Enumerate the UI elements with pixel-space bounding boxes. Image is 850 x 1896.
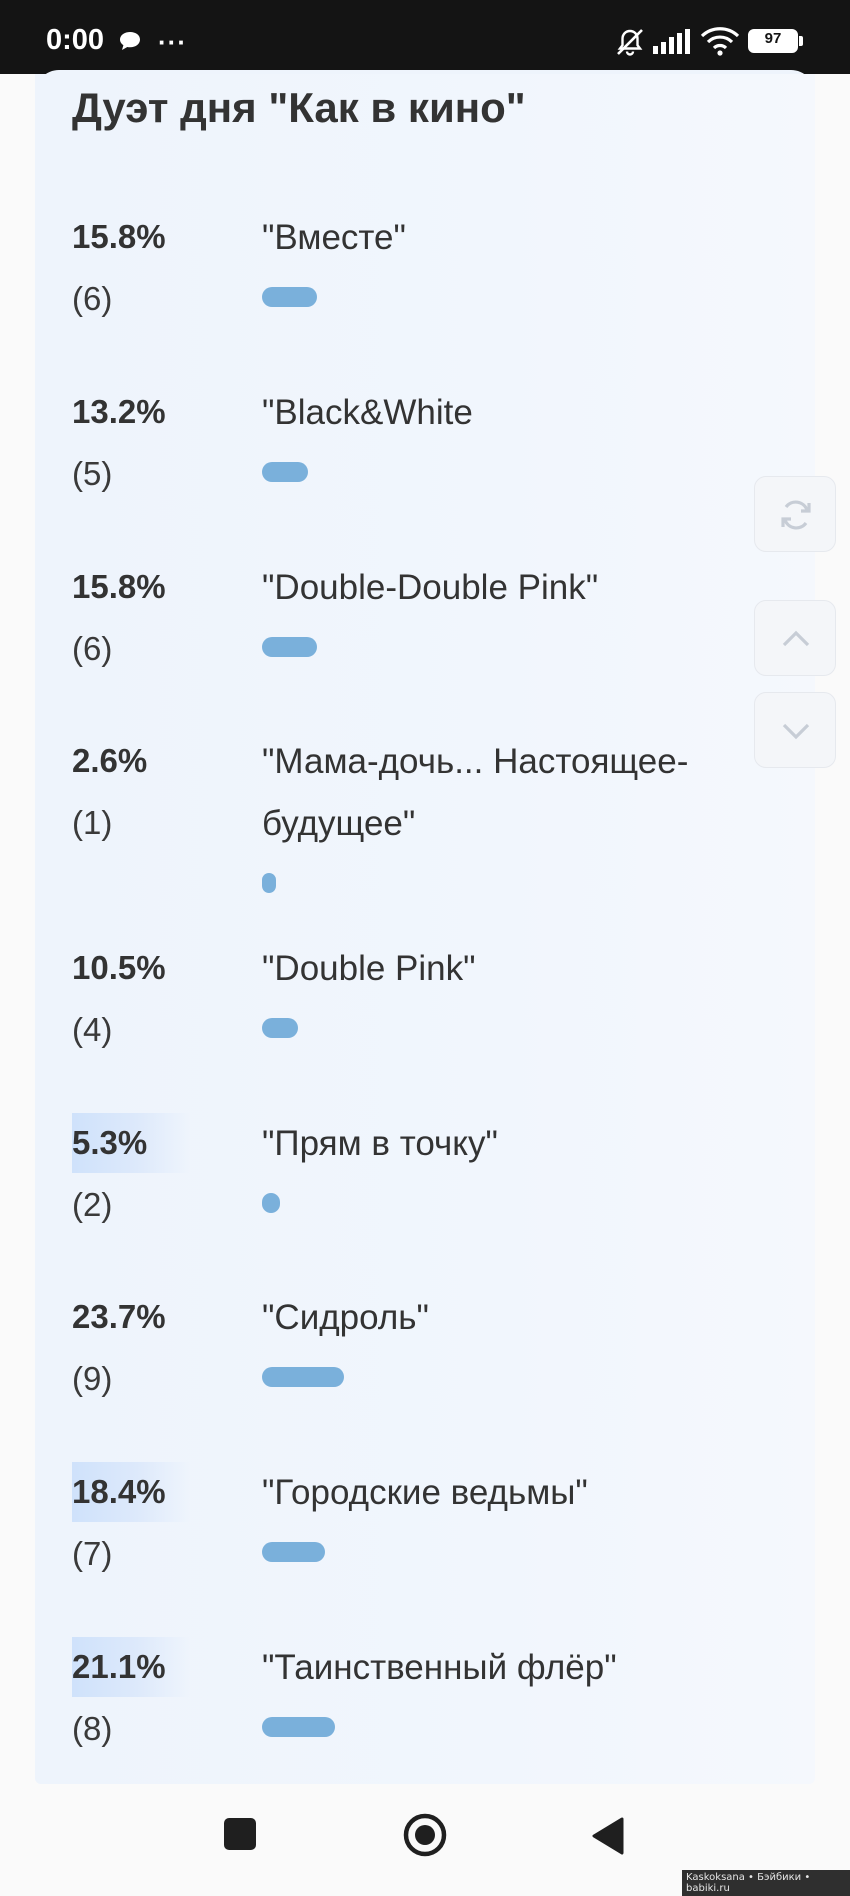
option-percent: 2.6% — [72, 742, 148, 779]
bell-muted-icon — [614, 26, 646, 63]
refresh-button[interactable] — [754, 476, 836, 552]
option-label: "Городские ведьмы" — [262, 1473, 588, 1512]
option-label: "Black&White — [262, 393, 473, 432]
option-label: "Double-Double Pink" — [262, 568, 599, 607]
option-percent: 15.8% — [72, 218, 166, 255]
option-percent: 15.8% — [72, 568, 166, 605]
signal-icon — [652, 28, 692, 61]
option-label: "Double Pink" — [262, 949, 476, 988]
option-result-bar — [262, 1018, 298, 1038]
home-icon[interactable] — [402, 1812, 448, 1863]
poll-title: Дуэт дня "Как в кино" — [72, 84, 526, 131]
option-vote-count: (5) — [72, 455, 113, 492]
scroll-up-button[interactable] — [754, 600, 836, 676]
option-percent: 23.7% — [72, 1298, 166, 1335]
option-vote-count: (6) — [72, 280, 113, 317]
battery-icon: 97 — [748, 29, 803, 53]
poll-card — [35, 74, 815, 1784]
option-result-bar — [262, 287, 317, 307]
option-result-bar — [262, 1367, 344, 1387]
option-percent: 18.4% — [72, 1462, 190, 1522]
option-result-bar — [262, 1193, 280, 1213]
option-label: "Сидроль" — [262, 1298, 429, 1337]
option-result-bar — [262, 637, 317, 657]
recent-apps-icon[interactable] — [224, 1818, 256, 1850]
option-vote-count: (4) — [72, 1011, 113, 1048]
status-bar: 0:00 ··· 97 — [0, 0, 850, 74]
back-icon[interactable] — [590, 1816, 626, 1861]
chat-bubble-icon — [118, 30, 142, 57]
option-result-bar — [262, 462, 308, 482]
watermark: Kaskoksana • Бэйбики • babiki.ru — [682, 1870, 850, 1896]
status-time: 0:00 — [46, 24, 105, 56]
option-percent: 13.2% — [72, 393, 166, 430]
option-vote-count: (2) — [72, 1186, 113, 1223]
option-result-bar — [262, 1717, 335, 1737]
option-vote-count: (6) — [72, 630, 113, 667]
option-label: "Мама-дочь... Настоящее-будущее" — [262, 742, 689, 843]
option-percent: 5.3% — [72, 1113, 190, 1173]
wifi-icon — [700, 26, 740, 61]
option-result-bar — [262, 1542, 325, 1562]
option-vote-count: (7) — [72, 1535, 113, 1572]
option-vote-count: (8) — [72, 1710, 113, 1747]
option-result-bar — [262, 873, 276, 893]
scroll-down-button[interactable] — [754, 692, 836, 768]
option-label: "Вместе" — [262, 218, 406, 257]
option-label: "Прям в точку" — [262, 1124, 498, 1163]
option-percent: 10.5% — [72, 949, 166, 986]
more-dots-icon: ··· — [158, 27, 187, 57]
option-percent: 21.1% — [72, 1637, 190, 1697]
option-vote-count: (1) — [72, 804, 113, 841]
option-vote-count: (9) — [72, 1360, 113, 1397]
option-label: "Таинственный флёр" — [262, 1648, 617, 1687]
battery-level: 97 — [764, 30, 782, 47]
